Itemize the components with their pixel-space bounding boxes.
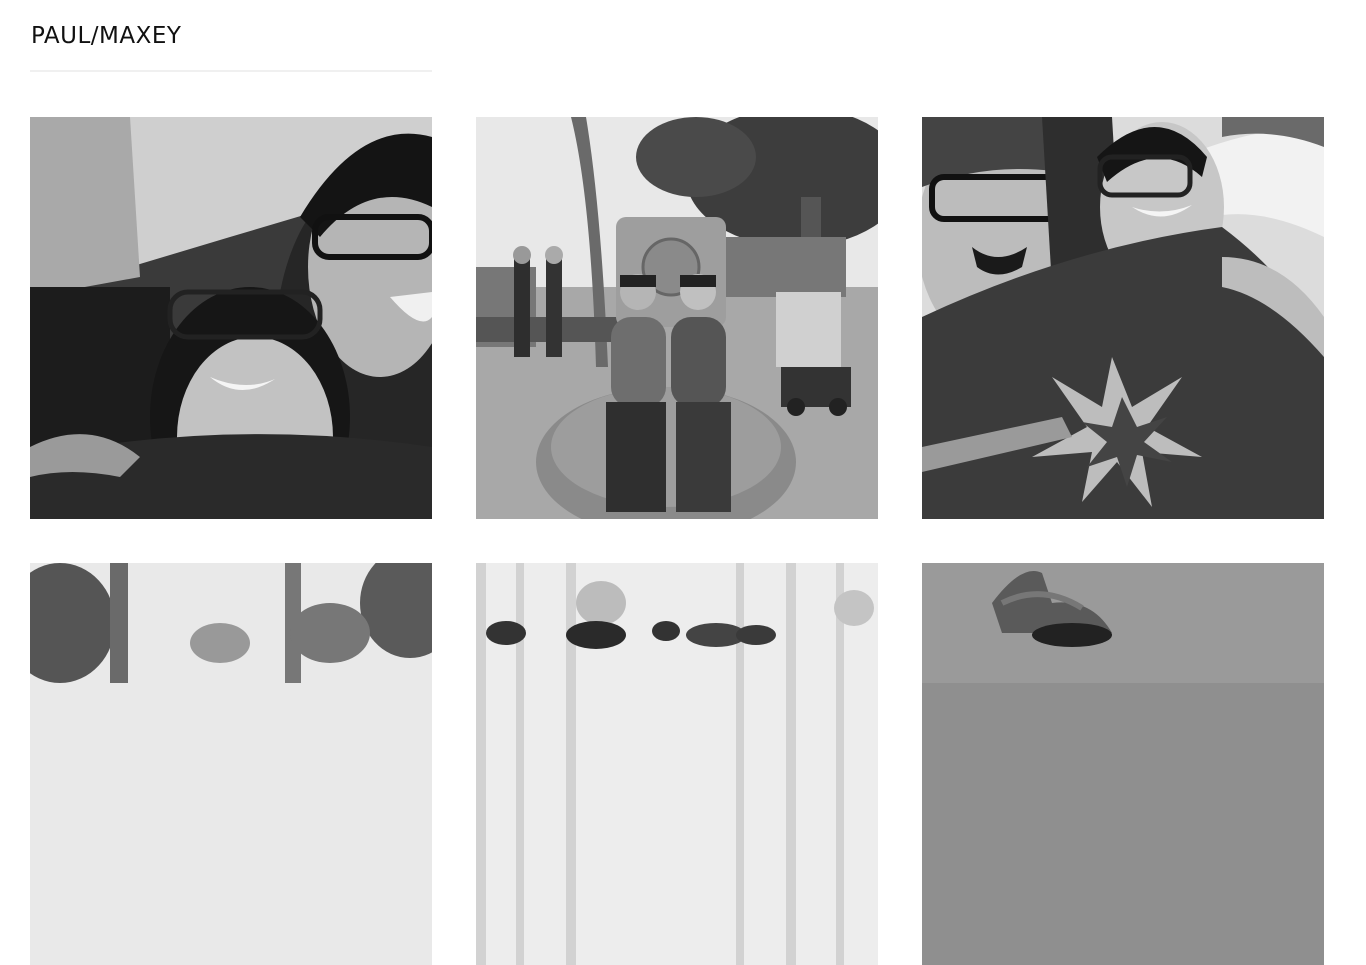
photo-tile[interactable] <box>30 117 432 519</box>
photo-tile[interactable] <box>922 117 1324 519</box>
couple-selfie-image <box>30 117 432 519</box>
palm-trees-image <box>30 563 432 965</box>
photo-tile[interactable] <box>476 117 878 519</box>
site-header: PAUL/MAXEY <box>30 0 432 72</box>
photo-tile[interactable] <box>476 563 878 965</box>
photo-tile[interactable] <box>30 563 432 965</box>
flowers-curtains-image <box>476 563 878 965</box>
site-title[interactable]: PAUL/MAXEY <box>31 22 181 50</box>
couple-stone-cross-image <box>476 117 878 519</box>
photo-tile[interactable] <box>922 563 1324 965</box>
couple-flag-image <box>922 117 1324 519</box>
person-hat-image <box>922 563 1324 965</box>
